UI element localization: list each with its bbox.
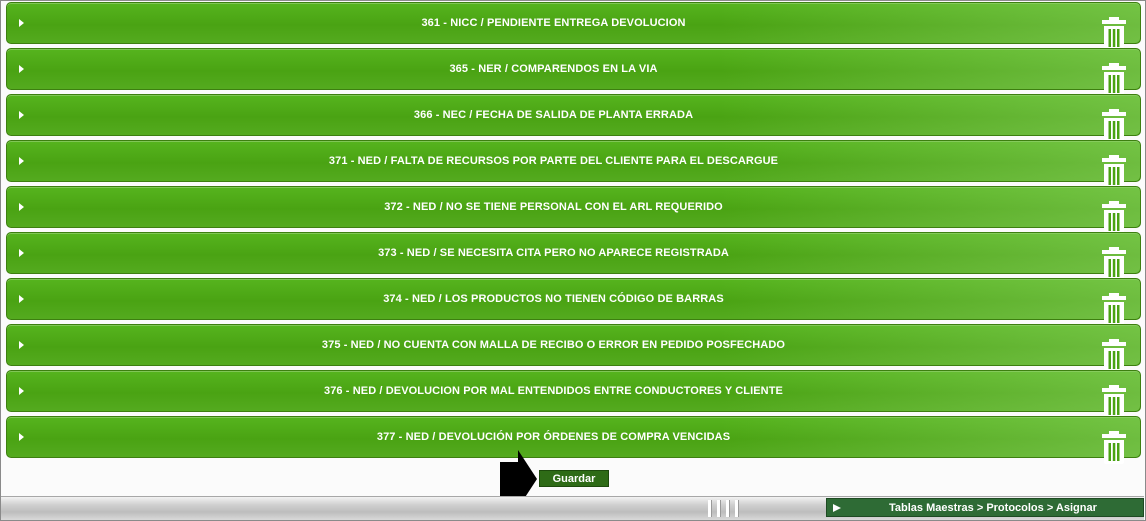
list-item[interactable]: 371 - NED / FALTA DE RECURSOS POR PARTE … <box>6 140 1141 188</box>
list-item[interactable]: 365 - NER / COMPARENDOS EN LA VIA <box>6 48 1141 96</box>
save-button[interactable]: Guardar <box>539 470 609 487</box>
status-bar: Tablas Maestras > Protocolos > Asignar <box>1 496 1144 520</box>
item-label: 375 - NED / NO CUENTA CON MALLA DE RECIB… <box>321 339 786 351</box>
trash-icon[interactable] <box>1101 385 1127 418</box>
list-item[interactable]: 373 - NED / SE NECESITA CITA PERO NO APA… <box>6 232 1141 280</box>
play-icon <box>833 504 841 512</box>
list-item[interactable]: 372 - NED / NO SE TIENE PERSONAL CON EL … <box>6 186 1141 234</box>
list-item[interactable]: 377 - NED / DEVOLUCIÓN POR ÓRDENES DE CO… <box>6 416 1141 464</box>
trash-icon[interactable] <box>1101 339 1127 372</box>
trash-icon[interactable] <box>1101 155 1127 188</box>
protocol-list: 361 - NICC / PENDIENTE ENTREGA DEVOLUCIO… <box>6 2 1141 464</box>
trash-icon[interactable] <box>1101 63 1127 96</box>
item-label: 374 - NED / LOS PRODUCTOS NO TIENEN CÓDI… <box>383 293 724 305</box>
item-label: 366 - NEC / FECHA DE SALIDA DE PLANTA ER… <box>413 109 694 121</box>
item-label: 372 - NED / NO SE TIENE PERSONAL CON EL … <box>384 201 723 213</box>
breadcrumb-text: Tablas Maestras > Protocolos > Asignar <box>889 502 1097 514</box>
list-item[interactable]: 375 - NED / NO CUENTA CON MALLA DE RECIB… <box>6 324 1141 372</box>
item-label: 365 - NER / COMPARENDOS EN LA VIA <box>449 63 658 75</box>
trash-icon[interactable] <box>1101 17 1127 50</box>
item-label: 361 - NICC / PENDIENTE ENTREGA DEVOLUCIO… <box>421 17 686 29</box>
trash-icon[interactable] <box>1101 431 1127 464</box>
list-item[interactable]: 366 - NEC / FECHA DE SALIDA DE PLANTA ER… <box>6 94 1141 142</box>
list-item[interactable]: 374 - NED / LOS PRODUCTOS NO TIENEN CÓDI… <box>6 278 1141 326</box>
trash-icon[interactable] <box>1101 247 1127 280</box>
trash-icon[interactable] <box>1101 293 1127 326</box>
breadcrumb: Tablas Maestras > Protocolos > Asignar <box>826 498 1144 517</box>
item-label: 371 - NED / FALTA DE RECURSOS POR PARTE … <box>328 155 779 167</box>
trash-icon[interactable] <box>1101 109 1127 142</box>
item-label: 373 - NED / SE NECESITA CITA PERO NO APA… <box>378 247 729 259</box>
item-label: 377 - NED / DEVOLUCIÓN POR ÓRDENES DE CO… <box>376 431 731 443</box>
list-item[interactable]: 361 - NICC / PENDIENTE ENTREGA DEVOLUCIO… <box>6 2 1141 50</box>
resize-grip[interactable] <box>708 500 744 517</box>
list-item[interactable]: 376 - NED / DEVOLUCION POR MAL ENTENDIDO… <box>6 370 1141 418</box>
item-label: 376 - NED / DEVOLUCION POR MAL ENTENDIDO… <box>324 385 783 397</box>
trash-icon[interactable] <box>1101 201 1127 234</box>
